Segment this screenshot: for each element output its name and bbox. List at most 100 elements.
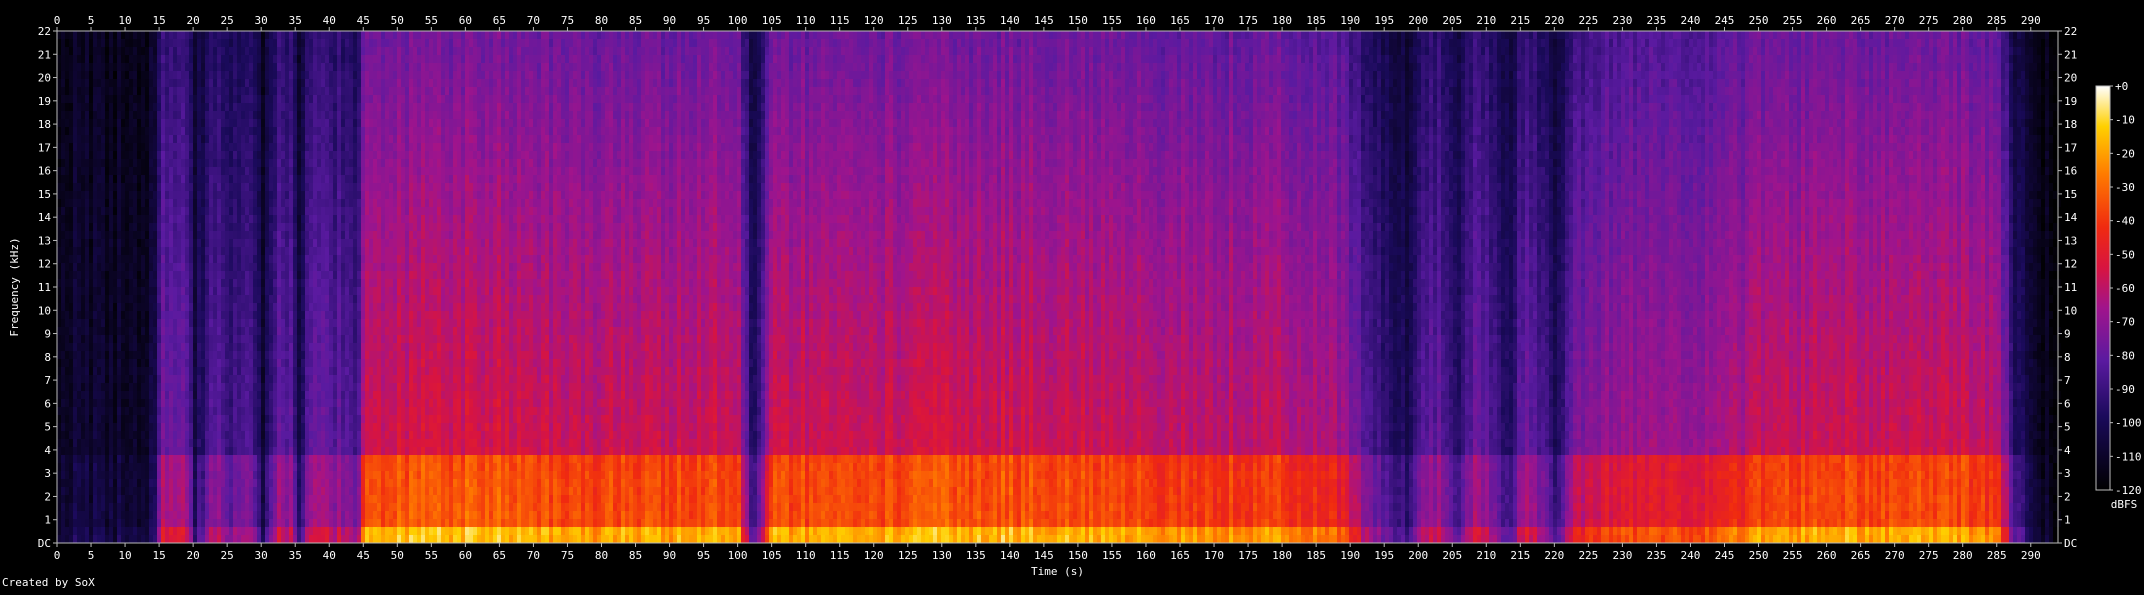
heat-cell	[81, 175, 85, 183]
heat-cell	[105, 223, 109, 231]
heat-cell	[69, 231, 73, 239]
heat-cell	[101, 111, 105, 119]
heat-cell	[69, 119, 73, 127]
heat-cell	[121, 527, 125, 535]
heat-cell	[73, 327, 77, 335]
heat-cell	[77, 111, 81, 119]
heat-cell	[81, 431, 85, 439]
heat-cell	[109, 263, 113, 271]
heat-cell	[85, 383, 89, 391]
heat-cell	[121, 319, 125, 327]
heat-cell	[81, 463, 85, 471]
heat-cell	[101, 383, 105, 391]
heat-cell	[57, 279, 61, 287]
heat-cell	[113, 375, 117, 383]
heat-cell	[113, 183, 117, 191]
heat-cell	[69, 359, 73, 367]
heat-cell	[69, 367, 73, 375]
heat-cell	[85, 527, 89, 535]
heat-cell	[73, 239, 77, 247]
heat-cell	[65, 335, 69, 343]
heat-cell	[97, 471, 101, 479]
heat-cell	[105, 295, 109, 303]
heat-cell	[73, 407, 77, 415]
heat-cell	[113, 511, 117, 519]
heat-cell	[85, 71, 89, 79]
heat-cell	[97, 335, 101, 343]
heat-cell	[73, 415, 77, 423]
heat-cell	[105, 167, 109, 175]
heat-cell	[69, 415, 73, 423]
heat-cell	[97, 303, 101, 311]
heat-cell	[81, 207, 85, 215]
heat-cell	[89, 31, 93, 39]
heat-cell	[101, 207, 105, 215]
heat-cell	[81, 191, 85, 199]
heat-cell	[69, 383, 73, 391]
heat-cell	[89, 215, 93, 223]
heat-cell	[93, 375, 97, 383]
heat-cell	[85, 191, 89, 199]
heat-cell	[93, 263, 97, 271]
heat-cell	[97, 535, 101, 543]
heat-cell	[73, 159, 77, 167]
heat-cell	[61, 503, 65, 511]
heat-cell	[97, 39, 101, 47]
heat-cell	[101, 511, 105, 519]
heat-cell	[77, 535, 81, 543]
heat-cell	[81, 183, 85, 191]
heat-cell	[61, 47, 65, 55]
heat-cell	[117, 271, 121, 279]
heat-cell	[121, 431, 125, 439]
heat-cell	[85, 495, 89, 503]
heat-cell	[101, 247, 105, 255]
heat-cell	[129, 167, 133, 175]
heat-cell	[61, 239, 65, 247]
heat-cell	[93, 527, 97, 535]
heat-cell	[93, 327, 97, 335]
heat-cell	[89, 175, 93, 183]
heat-cell	[73, 207, 77, 215]
heat-cell	[125, 287, 129, 295]
heat-cell	[85, 503, 89, 511]
heat-cell	[57, 527, 61, 535]
heat-cell	[89, 95, 93, 103]
heat-cell	[117, 359, 121, 367]
heat-cell	[73, 151, 77, 159]
heat-cell	[57, 375, 61, 383]
heat-cell	[57, 159, 61, 167]
heat-cell	[69, 279, 73, 287]
heat-cell	[81, 151, 85, 159]
heat-cell	[69, 111, 73, 119]
heat-cell	[93, 423, 97, 431]
heat-cell	[121, 63, 125, 71]
heat-cell	[77, 103, 81, 111]
heat-cell	[101, 175, 105, 183]
heat-cell	[121, 455, 125, 463]
heat-cell	[105, 471, 109, 479]
heat-cell	[121, 207, 125, 215]
heat-cell	[109, 167, 113, 175]
heat-cell	[101, 223, 105, 231]
heat-cell	[129, 31, 133, 39]
heat-cell	[69, 511, 73, 519]
heat-cell	[73, 255, 77, 263]
heat-cell	[105, 263, 109, 271]
heat-cell	[117, 47, 121, 55]
heat-cell	[85, 471, 89, 479]
heat-cell	[89, 351, 93, 359]
heat-cell	[65, 167, 69, 175]
heat-cell	[77, 47, 81, 55]
heat-cell	[129, 151, 133, 159]
heat-cell	[125, 79, 129, 87]
heat-cell	[61, 391, 65, 399]
heat-cell	[73, 135, 77, 143]
heat-cell	[121, 143, 125, 151]
heat-cell	[101, 103, 105, 111]
heat-cell	[73, 271, 77, 279]
heat-cell	[101, 463, 105, 471]
heat-cell	[65, 351, 69, 359]
heat-cell	[65, 63, 69, 71]
heat-cell	[77, 399, 81, 407]
heat-cell	[57, 511, 61, 519]
